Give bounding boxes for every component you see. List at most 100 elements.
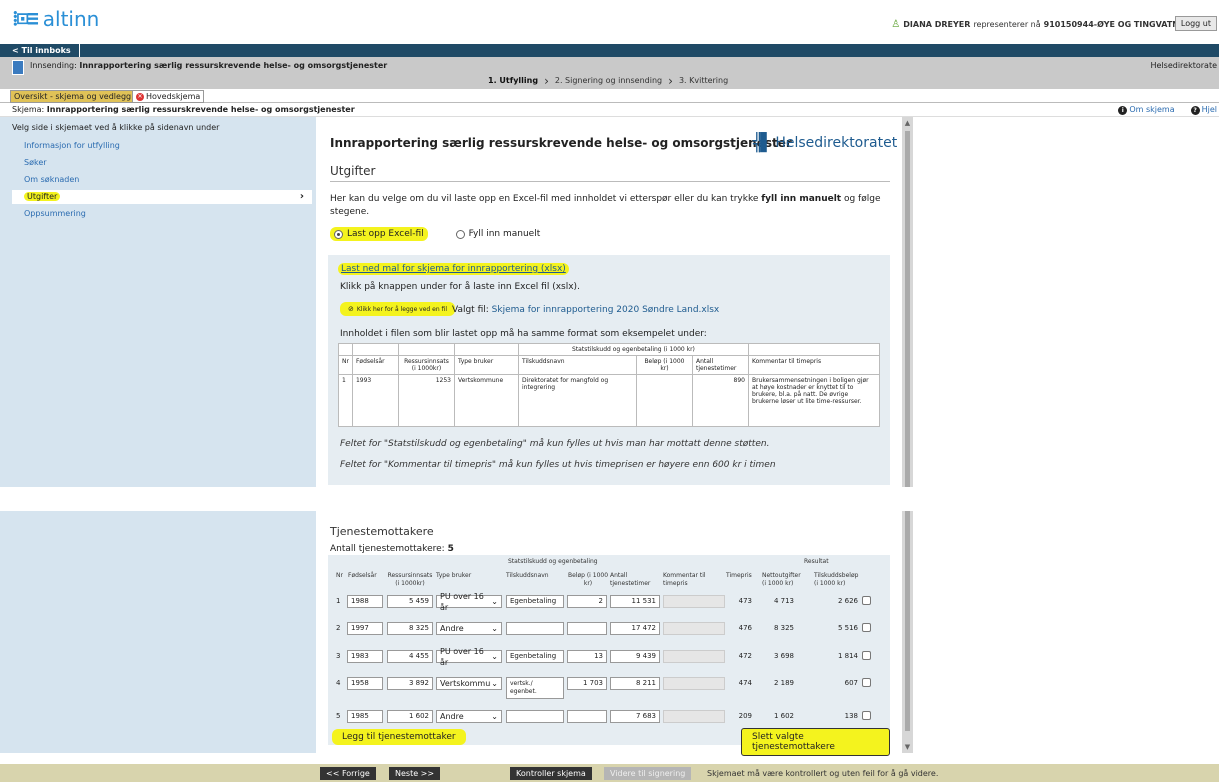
comment-input[interactable] <box>663 622 725 635</box>
row-checkbox[interactable] <box>862 651 871 660</box>
birth-year-input[interactable]: 1985 <box>347 710 383 723</box>
chosen-file-name[interactable]: Skjema for innrapportering 2020 Søndre L… <box>492 305 720 315</box>
user-type-value: Vertskommune <box>440 679 491 688</box>
hours-input[interactable]: 11 531 <box>610 595 660 608</box>
paperclip-icon: ⊘ <box>348 305 354 313</box>
amount-input[interactable] <box>567 622 607 635</box>
comment-input[interactable] <box>663 595 725 608</box>
amount-input[interactable]: 2 <box>567 595 607 608</box>
intro-text: Her kan du velge om du vil laste opp en … <box>330 193 890 219</box>
error-icon: ✕ <box>136 92 144 101</box>
sidebar-hint: Velg side i skjemaet ved å klikke på sid… <box>12 123 220 132</box>
net-value: 1 602 <box>773 712 794 720</box>
progress-steps: 1. Utfylling › 2. Signering og innsendin… <box>488 73 728 88</box>
resource-input[interactable]: 5 459 <box>387 595 433 608</box>
helsedirektoratet-logo: ╬▌ Helsedirektoratet <box>753 133 897 153</box>
subsidy-name-input[interactable] <box>506 710 564 723</box>
amount-input[interactable]: 1 703 <box>567 677 607 690</box>
radio-upload-excel[interactable]: Last opp Excel-fil <box>330 227 428 241</box>
hours-input[interactable]: 17 472 <box>610 622 660 635</box>
resource-input[interactable]: 3 892 <box>387 677 433 690</box>
row-checkbox[interactable] <box>862 596 871 605</box>
add-recipient-button[interactable]: Legg til tjenestemottaker <box>332 729 466 745</box>
check-form-button[interactable]: Kontroller skjema <box>510 767 592 780</box>
subsidy-name-input[interactable]: Egenbetaling <box>506 650 564 663</box>
scrollbar-thumb[interactable] <box>905 131 910 731</box>
hours-input[interactable]: 7 683 <box>610 710 660 723</box>
amount-input[interactable] <box>567 710 607 723</box>
resource-input[interactable]: 1 602 <box>387 710 433 723</box>
comment-input[interactable] <box>663 650 725 663</box>
subsidy-name-input[interactable] <box>506 622 564 635</box>
user-info: ♙ DIANA DREYER representerer nå 91015094… <box>891 19 1179 30</box>
user-type-select[interactable]: PU over 16 år ⌄ <box>436 647 502 667</box>
amount-input[interactable]: 13 <box>567 650 607 663</box>
format-text: Innholdet i filen som blir lastet opp må… <box>340 329 707 339</box>
sidebar-item-info[interactable]: Informasjon for utfylling <box>12 139 312 153</box>
sidebar-item-summary[interactable]: Oppsummering <box>12 207 312 221</box>
next-button[interactable]: Neste >> <box>389 767 441 780</box>
section-title: Utgifter <box>330 164 890 182</box>
submission-bar: Innsending: Innrapportering særlig ressu… <box>0 57 1219 89</box>
subsidy-name-input[interactable]: vertsk./ egenbet. <box>506 677 564 699</box>
user-type-select[interactable]: Andre ⌄ <box>436 710 502 723</box>
resource-input[interactable]: 8 325 <box>387 622 433 635</box>
navbar: < Til innboks <box>0 44 1219 57</box>
upload-file-button[interactable]: ⊘ Klikk her for å legge ved en fil <box>340 302 455 316</box>
user-type-select[interactable]: Andre ⌄ <box>436 622 502 635</box>
example-header: Nr <box>338 355 353 375</box>
help-link[interactable]: ? Hjel <box>1190 105 1217 115</box>
to-inbox-link[interactable]: < Til innboks <box>0 44 80 57</box>
row-checkbox[interactable] <box>862 711 871 720</box>
previous-button[interactable]: << Forrige <box>320 767 376 780</box>
represents-text: representerer nå <box>973 20 1041 29</box>
example-cell <box>397 343 455 356</box>
scrollbar[interactable]: ▲ ▼ <box>902 117 913 753</box>
sidebar-item-expenses[interactable]: Utgifter › <box>12 190 312 204</box>
birth-year-input[interactable]: 1983 <box>347 650 383 663</box>
chevron-down-icon: ⌄ <box>491 652 498 661</box>
download-template-link[interactable]: Last ned mal for skjema for innrapporter… <box>338 263 569 275</box>
tab-main-form[interactable]: ✕ Hovedskjema <box>132 90 205 103</box>
step-2: 2. Signering og innsending <box>554 76 663 85</box>
birth-year-input[interactable]: 1997 <box>347 622 383 635</box>
comment-input[interactable] <box>663 710 725 723</box>
tab-overview[interactable]: Oversikt - skjema og vedlegg <box>10 90 136 103</box>
grant-value: 138 <box>844 712 858 720</box>
scroll-down-icon[interactable]: ▼ <box>902 743 913 751</box>
delete-recipients-button[interactable]: Slett valgte tjenestemottakere <box>741 728 890 756</box>
radio-manual[interactable]: Fyll inn manuelt <box>452 227 545 241</box>
chevron-down-icon: ⌄ <box>491 597 498 606</box>
resource-input[interactable]: 4 455 <box>387 650 433 663</box>
altinn-logo[interactable]: ⁞⊡≡ altinn <box>12 6 99 31</box>
row-checkbox[interactable] <box>862 678 871 687</box>
net-value: 3 698 <box>773 652 794 660</box>
chevron-right-icon: › <box>544 73 549 88</box>
logout-button[interactable]: Logg ut <box>1174 16 1217 31</box>
sidebar-item-about-application[interactable]: Om søknaden <box>12 173 312 187</box>
input-method-radios: Last opp Excel-fil Fyll inn manuelt <box>330 227 544 241</box>
tab-main-label: Hovedskjema <box>146 91 201 101</box>
tab-bar: Oversikt - skjema og vedlegg ✕ Hovedskje… <box>0 89 1219 103</box>
subsidy-name-input[interactable]: Egenbetaling <box>506 595 564 608</box>
about-form-link[interactable]: i Om skjema <box>1118 105 1175 115</box>
scroll-up-icon[interactable]: ▲ <box>902 119 913 127</box>
user-icon: ♙ <box>891 19 901 30</box>
hours-input[interactable]: 8 211 <box>610 677 660 690</box>
proceed-to-signing-button[interactable]: Videre til signering <box>604 767 692 780</box>
birth-year-input[interactable]: 1958 <box>347 677 383 690</box>
row-checkbox[interactable] <box>862 623 871 632</box>
example-header: Kommentar til timepris <box>747 355 881 375</box>
user-type-select[interactable]: Vertskommune⌄ <box>436 677 502 690</box>
sidebar-item-applicant[interactable]: Søker <box>12 156 312 170</box>
screenshot-gap <box>0 487 1219 511</box>
user-type-select[interactable]: PU over 16 år ⌄ <box>436 592 502 612</box>
chevron-down-icon: ⌄ <box>491 624 498 633</box>
birth-year-input[interactable]: 1988 <box>347 595 383 608</box>
comment-input[interactable] <box>663 677 725 690</box>
hours-input[interactable]: 9 439 <box>610 650 660 663</box>
user-type-value: Andre <box>440 624 464 633</box>
table-row: 1 1988 5 459 PU over 16 år ⌄ Egenbetaling… <box>328 592 890 623</box>
row-number: 5 <box>336 712 341 720</box>
radio-empty-icon <box>455 229 465 239</box>
